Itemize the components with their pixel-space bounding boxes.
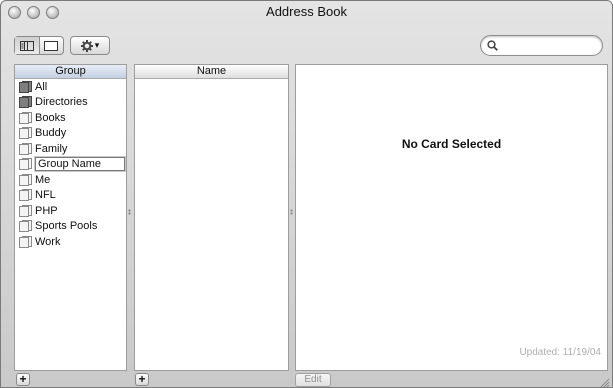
name-pane: Name <box>134 64 289 371</box>
columns-view-button[interactable] <box>15 37 39 54</box>
add-group-button[interactable]: + <box>16 373 30 386</box>
card-view-icon <box>44 40 59 51</box>
card-view-button[interactable] <box>38 37 64 54</box>
group-item-label: Directories <box>35 96 88 109</box>
group-list: All Directories Books Buddy Family Group Name… <box>15 79 126 250</box>
group-item[interactable]: Buddy <box>15 126 126 142</box>
group-item-label: All <box>35 80 48 93</box>
group-icon <box>19 173 32 186</box>
no-card-message: No Card Selected <box>401 137 502 151</box>
address-book-window: Address Book ▾ Group All Directories Boo… <box>0 0 613 388</box>
group-item-label: Books <box>35 111 66 124</box>
group-item[interactable]: Work <box>15 234 126 250</box>
group-item-label: Sports Pools <box>35 220 98 233</box>
columns-view-icon <box>19 40 34 51</box>
group-icon <box>19 235 32 248</box>
group-icon <box>19 158 32 171</box>
group-icon <box>19 111 32 124</box>
name-column-header[interactable]: Name <box>135 65 288 79</box>
view-toggle <box>14 36 64 55</box>
group-item[interactable]: PHP <box>15 203 126 219</box>
group-item-label: Work <box>35 235 61 248</box>
search-input[interactable] <box>503 38 597 53</box>
group-item[interactable]: Family <box>15 141 126 157</box>
action-menu-button[interactable]: ▾ <box>70 36 110 55</box>
search-icon <box>487 40 498 51</box>
group-pane-splitter[interactable] <box>128 209 131 215</box>
group-pane: Group All Directories Books Buddy Family Grou… <box>14 64 127 371</box>
group-icon <box>19 189 32 202</box>
group-dark-icon <box>19 96 32 109</box>
minimize-window-button[interactable] <box>27 6 40 19</box>
add-person-button[interactable]: + <box>135 373 149 386</box>
close-window-button[interactable] <box>8 6 21 19</box>
group-item-label[interactable]: Group Name <box>35 157 125 172</box>
group-item-label: NFL <box>35 189 56 202</box>
search-field[interactable] <box>480 35 603 56</box>
bottom-bar: + + Edit <box>1 373 612 388</box>
group-item[interactable]: NFL <box>15 188 126 204</box>
title-bar[interactable]: Address Book <box>1 1 612 25</box>
group-item[interactable]: Group Name <box>15 157 126 173</box>
group-column-header[interactable]: Group <box>15 65 126 79</box>
resize-grip-icon[interactable] <box>600 378 610 388</box>
group-item[interactable]: Me <box>15 172 126 188</box>
window-title: Address Book <box>266 4 347 19</box>
group-icon <box>19 220 32 233</box>
group-icon <box>19 204 32 217</box>
group-item[interactable]: Books <box>15 110 126 126</box>
group-item[interactable]: All <box>15 79 126 95</box>
group-icon <box>19 127 32 140</box>
chevron-down-icon: ▾ <box>94 40 100 50</box>
group-item[interactable]: Directories <box>15 95 126 111</box>
group-item-label: Me <box>35 173 51 186</box>
group-dark-icon <box>19 80 32 93</box>
zoom-window-button[interactable] <box>46 6 59 19</box>
name-pane-splitter[interactable] <box>290 209 293 215</box>
group-item-label: Buddy <box>35 127 67 140</box>
group-item-label: PHP <box>35 204 58 217</box>
group-item-label: Family <box>35 142 68 155</box>
group-icon <box>19 142 32 155</box>
edit-card-button[interactable]: Edit <box>295 373 331 387</box>
updated-timestamp: Updated: 11/19/04 <box>519 347 601 358</box>
gear-icon <box>80 39 93 52</box>
group-item[interactable]: Sports Pools <box>15 219 126 235</box>
card-pane: No Card Selected Updated: 11/19/04 <box>295 64 608 371</box>
